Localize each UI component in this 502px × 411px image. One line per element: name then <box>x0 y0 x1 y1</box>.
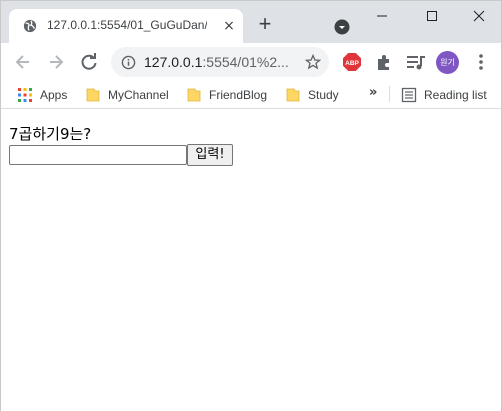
bookmark-label: Apps <box>40 88 68 102</box>
profile-avatar[interactable]: 원기 <box>436 51 459 74</box>
adblock-plus-icon[interactable]: ABP <box>343 53 361 71</box>
bookmark-label: Study <box>308 88 339 102</box>
bookmark-label: FriendBlog <box>209 88 268 102</box>
url-host: 127.0.0.1 <box>144 54 203 70</box>
tab-title: 127.0.0.1:5554/01_GuGuDan/in <box>47 18 207 32</box>
toolbar: 127.0.0.1:5554/01%2... ABP 원기 <box>1 43 501 81</box>
reading-list-label: Reading list <box>424 88 487 102</box>
bookmark-star-icon[interactable] <box>305 54 321 70</box>
bookmarks-overflow-chevron-icon[interactable]: » <box>369 85 381 101</box>
svg-text:ABP: ABP <box>345 60 359 67</box>
bookmarks-bar: Apps MyChannel FriendBlog Study Reading … <box>1 81 501 109</box>
back-arrow-icon[interactable] <box>13 52 33 72</box>
tab-active[interactable]: 127.0.0.1:5554/01_GuGuDan/in × <box>9 9 243 43</box>
minimize-icon[interactable] <box>371 7 393 25</box>
new-tab-button[interactable]: + <box>254 13 276 36</box>
submit-button[interactable]: 입력! <box>187 144 233 166</box>
extensions-puzzle-icon[interactable] <box>375 53 393 71</box>
apps-grid-icon <box>18 88 32 102</box>
folder-icon <box>286 88 300 102</box>
page-content: 7곱하기9는? 입력! <box>1 109 501 411</box>
bookmark-label: MyChannel <box>108 88 169 102</box>
maximize-icon[interactable] <box>421 7 443 25</box>
media-control-icon[interactable] <box>406 53 426 71</box>
url-rest: :5554/01%2... <box>202 54 289 70</box>
bookmarks-divider <box>389 86 390 102</box>
url-text: 127.0.0.1:5554/01%2... <box>144 54 294 70</box>
close-tab-icon[interactable]: × <box>221 18 237 34</box>
kebab-menu-icon[interactable] <box>473 52 489 72</box>
browser-window: 127.0.0.1:5554/01_GuGuDan/in × + 127.0.0… <box>0 0 502 411</box>
reload-icon[interactable] <box>79 52 99 72</box>
close-window-icon[interactable] <box>468 7 490 25</box>
answer-input[interactable] <box>9 145 187 165</box>
question-text: 7곱하기9는? <box>9 125 92 143</box>
reading-list-icon <box>401 87 417 103</box>
tab-search-icon[interactable] <box>334 19 350 35</box>
folder-icon <box>86 88 100 102</box>
folder-icon <box>187 88 201 102</box>
info-icon[interactable] <box>121 55 136 70</box>
forward-arrow-icon[interactable] <box>46 52 66 72</box>
globe-icon <box>23 19 37 33</box>
address-bar[interactable]: 127.0.0.1:5554/01%2... <box>111 47 329 77</box>
tab-strip: 127.0.0.1:5554/01_GuGuDan/in × + <box>1 1 501 43</box>
